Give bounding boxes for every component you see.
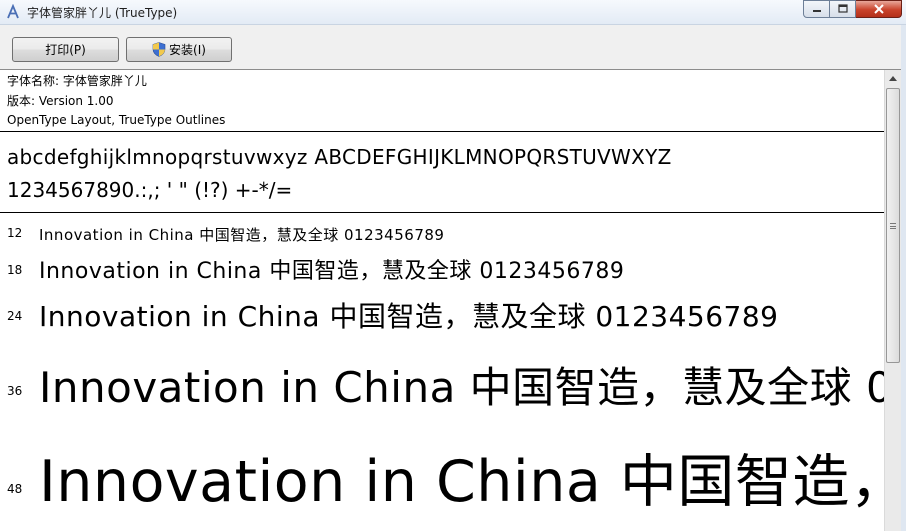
sample-text: Innovation in China 中国智造，慧及全球 0123456789 xyxy=(39,363,884,412)
font-info: 字体名称: 字体管家胖丫儿 版本: Version 1.00 OpenType … xyxy=(7,72,225,131)
close-button[interactable] xyxy=(856,0,902,18)
scroll-up-button[interactable] xyxy=(885,70,901,87)
install-button-label: 安装(I) xyxy=(169,43,206,57)
grip-icon xyxy=(890,222,896,229)
sample-row-36: 36 Innovation in China 中国智造，慧及全球 0123456… xyxy=(0,350,884,420)
window-controls xyxy=(803,0,902,18)
font-outlines-line: OpenType Layout, TrueType Outlines xyxy=(7,113,226,127)
scroll-thumb[interactable] xyxy=(886,88,900,363)
sample-size-label: 24 xyxy=(7,309,23,323)
charset-digits-symbols: 1234567890.:,; ' " (!?) +-*/= xyxy=(7,178,293,202)
sample-size-label: 12 xyxy=(7,226,23,240)
font-a-icon xyxy=(7,4,19,19)
maximize-button[interactable] xyxy=(830,0,856,18)
close-icon xyxy=(873,4,884,14)
sample-text: Innovation in China 中国智造，慧及全球 0123456789 xyxy=(39,226,445,244)
title-bar[interactable]: 字体管家胖丫儿 (TrueType) xyxy=(0,0,906,25)
font-name-line: 字体名称: 字体管家胖丫儿 xyxy=(7,74,147,88)
window-title: 字体管家胖丫儿 (TrueType) xyxy=(27,6,178,20)
minimize-icon xyxy=(812,10,821,12)
divider xyxy=(0,212,884,213)
sample-size-label: 18 xyxy=(7,263,23,277)
sample-text: Innovation in China 中国智造，慧及全球 0123456789 xyxy=(39,259,625,284)
divider xyxy=(0,131,884,132)
sample-text: Innovation in China 中国智造，慧及全球 0123456789 xyxy=(39,300,779,333)
print-button-label: 打印(P) xyxy=(45,43,86,57)
font-preview-pane: 字体名称: 字体管家胖丫儿 版本: Version 1.00 OpenType … xyxy=(0,70,888,531)
install-button[interactable]: 安装(I) xyxy=(126,37,232,62)
sample-text: Innovation in China 中国智造，慧及全球 0123456789 xyxy=(39,449,884,515)
uac-shield-icon xyxy=(152,42,166,57)
arrow-up-icon xyxy=(889,76,897,81)
print-button[interactable]: 打印(P) xyxy=(12,37,119,62)
charset-letters: abcdefghijklmnopqrstuvwxyz ABCDEFGHIJKLM… xyxy=(7,145,672,169)
vertical-scrollbar[interactable] xyxy=(884,70,901,531)
window-frame xyxy=(901,25,906,531)
toolbar: 打印(P) 安装(I) xyxy=(0,25,906,70)
sample-size-label: 36 xyxy=(7,384,23,398)
sample-size-label: 48 xyxy=(7,482,23,496)
font-version-line: 版本: Version 1.00 xyxy=(7,93,114,108)
maximize-icon xyxy=(837,4,848,13)
minimize-button[interactable] xyxy=(803,0,830,18)
sample-row-24: 24 Innovation in China 中国智造，慧及全球 0123456… xyxy=(0,294,884,344)
sample-row-48: 48 Innovation in China 中国智造，慧及全球 0123456… xyxy=(0,430,884,531)
